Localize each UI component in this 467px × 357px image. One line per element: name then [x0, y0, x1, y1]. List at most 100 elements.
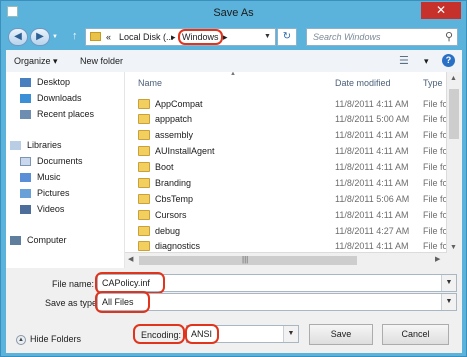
help-button[interactable]: ?: [442, 54, 455, 67]
file-name: diagnostics: [155, 241, 201, 251]
save-button[interactable]: Save: [309, 324, 373, 345]
nav-label: Videos: [37, 204, 65, 214]
nav-label: Recent places: [37, 109, 95, 119]
folder-icon: [138, 162, 150, 172]
savetype-dropdown[interactable]: ▼: [441, 294, 456, 310]
file-date: 11/8/2011 4:11 AM: [335, 130, 409, 140]
nav-item-music[interactable]: Music: [20, 172, 61, 184]
savetype-select[interactable]: All Files ▼: [97, 293, 457, 311]
address-bar[interactable]: « Local Disk (... ▸ Windows ▸ ▼: [85, 28, 276, 46]
downloads-icon: [20, 94, 31, 104]
navigation-pane: Desktop Downloads Recent places Librarie…: [6, 72, 125, 268]
view-options-dropdown[interactable]: ▾: [424, 56, 429, 67]
nav-item-computer[interactable]: Computer: [10, 235, 67, 247]
organize-menu[interactable]: Organize ▾: [14, 56, 58, 67]
folder-icon: [138, 114, 150, 124]
scroll-up-icon[interactable]: ▲: [450, 75, 457, 82]
close-button[interactable]: ✕: [421, 2, 461, 19]
file-row[interactable]: debug 11/8/2011 4:27 AM File fol: [125, 224, 450, 239]
folder-icon: [138, 241, 150, 251]
up-arrow-icon: ↑: [72, 30, 78, 42]
breadcrumb-overflow[interactable]: «: [106, 32, 111, 42]
up-level-button[interactable]: ↑: [72, 30, 78, 42]
breadcrumb-separator[interactable]: ▸: [223, 32, 228, 43]
filename-label: File name:: [52, 279, 95, 289]
search-icon: ⚲: [444, 31, 453, 43]
command-bar: Organize ▾ New folder ☰ ▾ ?: [6, 50, 462, 73]
file-date: 11/8/2011 4:11 AM: [335, 178, 409, 188]
encoding-dropdown[interactable]: ▼: [283, 326, 298, 342]
address-row: ◀ ▶ ▼ ↑ « Local Disk (... ▸ Windows ▸ ▼ …: [1, 25, 466, 49]
hide-folders-icon[interactable]: ▲: [16, 335, 26, 345]
column-header-type[interactable]: Type: [423, 78, 443, 88]
nav-label: Computer: [27, 235, 67, 245]
nav-item-libraries[interactable]: Libraries: [10, 140, 62, 152]
search-placeholder: Search Windows: [313, 32, 381, 42]
change-view-icon[interactable]: ☰: [399, 54, 409, 67]
documents-icon: [20, 157, 31, 167]
encoding-value-highlight: [185, 324, 219, 344]
filename-dropdown[interactable]: ▼: [441, 275, 456, 291]
folder-icon: [138, 194, 150, 204]
file-name: Cursors: [155, 210, 187, 220]
videos-icon: [20, 205, 31, 215]
folder-icon: [138, 130, 150, 140]
file-row[interactable]: AppCompat 11/8/2011 4:11 AM File fol: [125, 97, 450, 112]
file-date: 11/8/2011 4:11 AM: [335, 146, 409, 156]
nav-label: Documents: [37, 156, 83, 166]
file-row[interactable]: AUInstallAgent 11/8/2011 4:11 AM File fol: [125, 144, 450, 159]
horizontal-scrollbar[interactable]: ◀ ||| ▶: [125, 252, 447, 268]
window-title: Save As: [213, 7, 254, 19]
forward-button[interactable]: ▶: [30, 28, 50, 46]
nav-item-documents[interactable]: Documents: [20, 156, 83, 168]
file-row[interactable]: apppatch 11/8/2011 5:00 AM File fol: [125, 112, 450, 127]
search-input[interactable]: Search Windows ⚲: [306, 28, 458, 46]
column-header-name[interactable]: Name: [138, 78, 162, 88]
pictures-icon: [20, 189, 31, 199]
recent-places-icon: [20, 110, 31, 120]
help-icon: ?: [445, 55, 452, 65]
windows-highlight: [178, 29, 223, 45]
nav-item-pictures[interactable]: Pictures: [20, 188, 70, 200]
nav-item-downloads[interactable]: Downloads: [20, 93, 82, 105]
chevron-down-icon: ▼: [445, 298, 453, 305]
breadcrumb-separator[interactable]: ▸: [171, 32, 176, 43]
file-date: 11/8/2011 4:11 AM: [335, 210, 409, 220]
chevron-down-icon: ▼: [445, 279, 453, 286]
column-header-date[interactable]: Date modified: [335, 78, 391, 88]
file-row[interactable]: Boot 11/8/2011 4:11 AM File fol: [125, 160, 450, 175]
vertical-scroll-thumb[interactable]: [449, 89, 459, 139]
vertical-scrollbar[interactable]: ▲ ▼: [446, 72, 462, 268]
back-button[interactable]: ◀: [8, 28, 28, 46]
address-dropdown[interactable]: ▼: [264, 33, 271, 40]
back-arrow-icon: ◀: [14, 31, 22, 42]
file-row[interactable]: CbsTemp 11/8/2011 5:06 AM File fol: [125, 192, 450, 207]
file-row[interactable]: Branding 11/8/2011 4:11 AM File fol: [125, 176, 450, 191]
nav-item-recent-places[interactable]: Recent places: [20, 109, 94, 121]
title-bar: Save As ✕: [1, 1, 466, 25]
new-folder-button[interactable]: New folder: [80, 56, 123, 66]
breadcrumb-local-disk[interactable]: Local Disk (...: [119, 32, 174, 42]
file-name: AUInstallAgent: [155, 146, 215, 156]
cancel-button[interactable]: Cancel: [382, 324, 449, 345]
nav-item-desktop[interactable]: Desktop: [20, 77, 70, 89]
libraries-icon: [10, 141, 21, 151]
sort-arrow-icon: ▲: [230, 72, 236, 77]
file-name: apppatch: [155, 114, 193, 124]
hide-folders-button[interactable]: Hide Folders: [30, 334, 81, 344]
scroll-left-icon[interactable]: ◀: [128, 255, 133, 263]
file-name: Branding: [155, 178, 192, 188]
nav-label: Libraries: [27, 140, 62, 150]
file-name: assembly: [155, 130, 194, 140]
refresh-icon: ↻: [282, 31, 292, 42]
file-row[interactable]: assembly 11/8/2011 4:11 AM File fol: [125, 128, 450, 143]
refresh-button[interactable]: ↻: [277, 28, 297, 46]
file-row[interactable]: Cursors 11/8/2011 4:11 AM File fol: [125, 208, 450, 223]
scroll-right-icon[interactable]: ▶: [435, 255, 440, 263]
nav-label: Desktop: [37, 77, 71, 87]
scroll-down-icon[interactable]: ▼: [450, 244, 457, 251]
nav-item-videos[interactable]: Videos: [20, 204, 64, 216]
recent-pages-dropdown[interactable]: ▼: [52, 34, 58, 40]
file-name: CbsTemp: [155, 194, 194, 204]
nav-label: Music: [37, 172, 61, 182]
